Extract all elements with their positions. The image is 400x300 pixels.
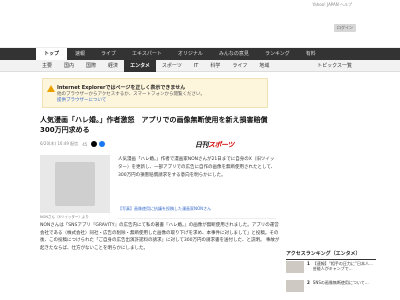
warning-icon — [47, 85, 55, 92]
nav-item-paid[interactable]: 有料 — [298, 48, 324, 60]
ranking-thumbnail — [286, 261, 304, 273]
brand-part-a: 日刊 — [195, 141, 209, 149]
comment-count[interactable]: 45 — [82, 142, 87, 147]
tab-science[interactable]: 科学 — [204, 60, 226, 72]
article-image[interactable] — [40, 155, 110, 213]
nav-item-original[interactable]: オリジナル — [170, 48, 211, 60]
tab-entertainment[interactable]: エンタメ — [124, 59, 156, 72]
utility-links[interactable]: Yahoo! JAPAN ヘルプ — [312, 2, 352, 8]
ranking-item[interactable]: 2 SNSの画像無断使用について… — [286, 280, 376, 292]
nav-item-ranking[interactable]: ランキング — [257, 48, 298, 60]
warning-title: Internet Explorerではページを正しく表示できません — [57, 85, 186, 91]
article-meta: 6/20(木) 16:49 配信 45 — [40, 141, 106, 147]
tab-local[interactable]: 地域 — [253, 60, 275, 72]
related-photo-link[interactable]: 【写真】画像使用に抗議を投稿した漫画家NONさん — [118, 206, 211, 212]
tab-international[interactable]: 国際 — [80, 60, 102, 72]
facebook-share-icon[interactable] — [99, 141, 106, 147]
nav-item-expert[interactable]: エキスパート — [124, 48, 170, 60]
warning-body: 他のブラウザーからアクセスするか、スマートフォンから閲覧ください。 提供ブラウザ… — [57, 92, 262, 104]
article-lead: 人気漫画「ハレ婚。」作者で漫画家NONさんが21日までに自身のX（旧ツイッター）… — [118, 157, 276, 178]
browser-warning: Internet Explorerではページを正しく表示できません 他のブラウザ… — [42, 78, 268, 108]
ranking-item[interactable]: 1 【速報】“相手の圧力に”日本人…芸能人がキャンプで… — [286, 261, 376, 273]
site-header: ログイン — [0, 12, 400, 48]
warning-text: 他のブラウザーからアクセスするか、スマートフォンから閲覧ください。 — [57, 92, 206, 97]
article-headline: 人気漫画「ハレ婚。」作者激怒 アプリでの画像無断使用を新え損害賠償300万円求め… — [40, 116, 268, 134]
ranking-thumbnail — [286, 280, 304, 292]
tab-sports[interactable]: スポーツ — [156, 60, 188, 72]
ranking-number: 2 — [307, 280, 310, 285]
tab-life[interactable]: ライフ — [226, 60, 253, 72]
article-body: NONさんは「SNSアプリ『GRAVITY』の広告内にて私の著書『ハレ婚。』の画… — [40, 222, 280, 252]
topics-list-link[interactable]: トピックス一覧 — [317, 62, 352, 69]
brand-part-b: スポーツ — [208, 141, 234, 149]
nav-item-opinions[interactable]: みんなの意見 — [211, 48, 257, 60]
nav-item-live[interactable]: ライブ — [93, 48, 124, 60]
image-caption: NONさん（Xツイッター）より — [40, 215, 89, 219]
nav-item-breaking[interactable]: 速報 — [67, 48, 93, 60]
utility-bar: Yahoo! JAPAN ヘルプ — [0, 0, 400, 12]
tab-economy[interactable]: 経済 — [102, 60, 124, 72]
article-image-content — [55, 162, 95, 206]
ranking-text: 【速報】“相手の圧力に”日本人…芸能人がキャンプで… — [312, 261, 373, 271]
warning-link[interactable]: 提供ブラウザーについて — [57, 98, 106, 103]
x-share-icon[interactable] — [91, 141, 98, 147]
ranking-text: SNSの画像無断使用について… — [312, 280, 369, 285]
ranking-number: 1 — [307, 261, 310, 266]
nav-item-top[interactable]: トップ — [36, 48, 68, 60]
tab-main[interactable]: 主要 — [36, 60, 58, 72]
share-buttons — [91, 141, 106, 147]
ranking-title: アクセスランキング（エンタメ） — [286, 250, 376, 260]
tab-domestic[interactable]: 国内 — [58, 60, 80, 72]
primary-nav: トップ 速報 ライブ エキスパート オリジナル みんなの意見 ランキング 有料 — [0, 48, 400, 60]
divider — [118, 218, 276, 219]
article-date: 6/20(木) 16:49 配信 — [40, 141, 79, 146]
publisher-logo[interactable]: 日刊スポーツ — [195, 140, 234, 150]
login-button[interactable]: ログイン — [334, 24, 356, 32]
tab-it[interactable]: IT — [188, 60, 205, 72]
site-logo[interactable] — [36, 20, 126, 40]
article-body-text: NONさんは「SNSアプリ『GRAVITY』の広告内にて私の著書『ハレ婚。』の画… — [40, 223, 279, 243]
